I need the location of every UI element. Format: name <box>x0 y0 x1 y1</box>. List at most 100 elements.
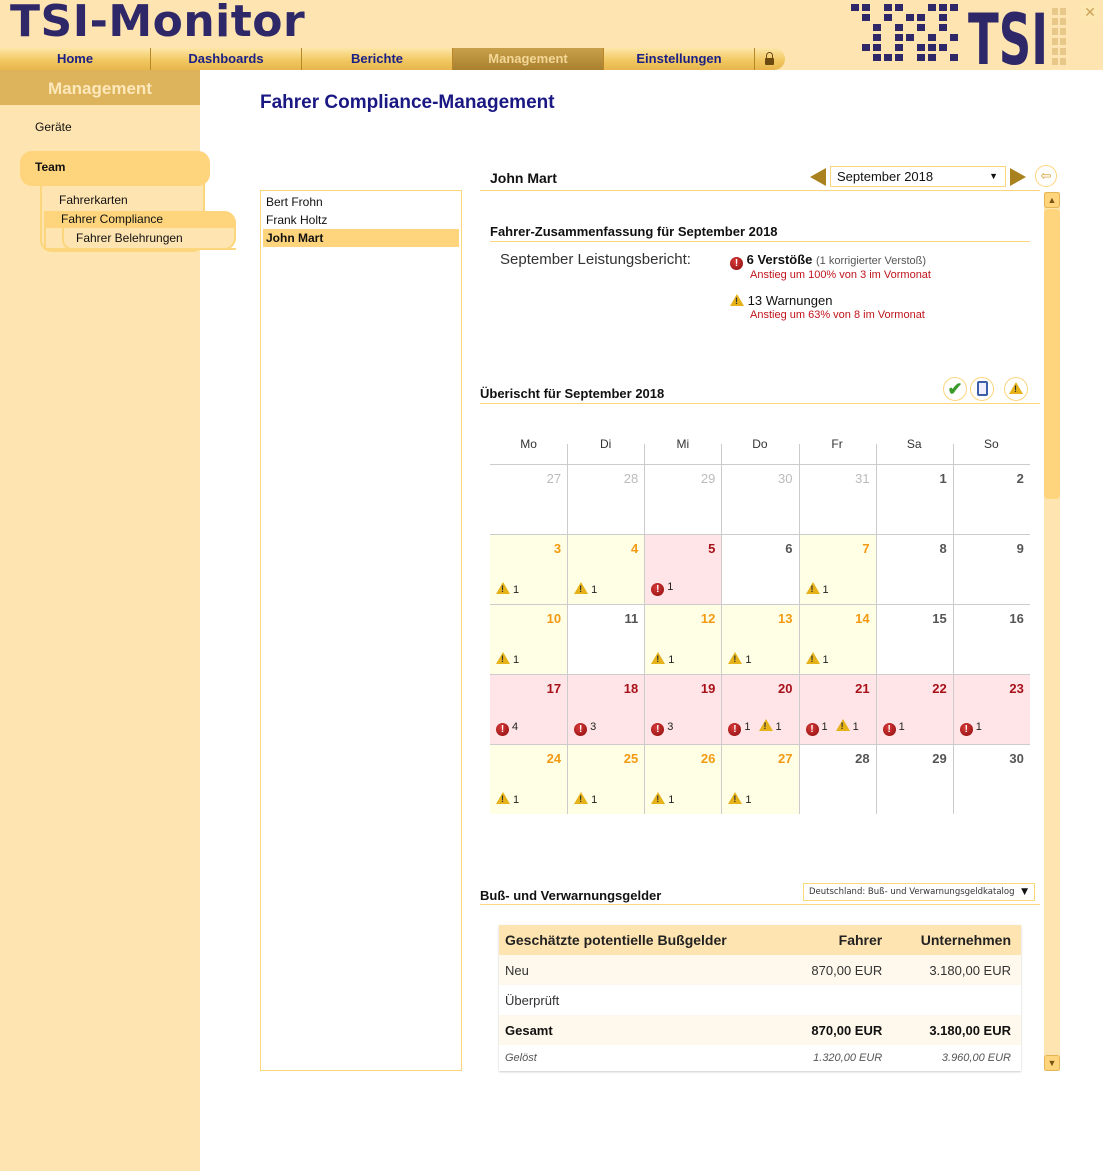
logo-dot <box>873 54 881 61</box>
scroll-up-icon[interactable]: ▲ <box>1044 192 1060 208</box>
calendar-day[interactable]: 9 <box>952 535 1030 604</box>
calendar-day[interactable]: 28 <box>567 465 644 534</box>
logo-dot <box>862 14 870 21</box>
calendar-day[interactable]: 41 <box>567 535 645 604</box>
nav-management[interactable]: Management <box>453 48 604 70</box>
day-events: 1 <box>728 652 759 666</box>
calendar-day[interactable]: 6 <box>721 535 798 604</box>
violation-count: 1 <box>975 721 982 733</box>
back-arrow-icon[interactable]: ⇦ <box>1035 165 1057 187</box>
day-number: 27 <box>546 471 562 486</box>
calendar-day[interactable]: 27 1 <box>721 745 799 814</box>
logo-dot <box>950 4 958 11</box>
clipboard-icon[interactable] <box>970 377 994 401</box>
calendar-day[interactable]: 30 <box>952 745 1030 814</box>
calendar-day[interactable]: 5! 1 <box>644 535 722 604</box>
calendar-day[interactable]: 20!11 <box>721 675 799 744</box>
calendar-day[interactable]: 71 <box>798 535 876 604</box>
calendar-day[interactable]: 8 <box>875 535 953 604</box>
day-events: 1 <box>496 652 527 666</box>
sidebar-item-fahrer-belehrungen[interactable]: Fahrer Belehrungen <box>76 231 183 245</box>
weekday-header: Do <box>721 430 798 464</box>
weekday-header: Mi <box>644 430 721 464</box>
scroll-down-icon[interactable]: ▼ <box>1044 1055 1060 1071</box>
calendar-day[interactable]: 18! 3 <box>567 675 645 744</box>
warning-count: 1 <box>852 721 859 733</box>
violation-icon: ! <box>574 723 588 736</box>
next-month-icon[interactable] <box>1010 168 1026 186</box>
calendar-day[interactable]: 13 1 <box>721 605 799 674</box>
calendar: MoDiMiDoFrSaSo 27282930311231415!1671891… <box>490 430 1030 814</box>
collapse-icon[interactable]: ✕ <box>1081 3 1099 21</box>
calendar-day[interactable]: 22! 1 <box>875 675 953 744</box>
calendar-day[interactable]: 25 1 <box>567 745 645 814</box>
logo-dot <box>917 44 925 51</box>
sidebar-item-fahrerkarten[interactable]: Fahrerkarten <box>59 193 128 207</box>
calendar-day[interactable]: 1 <box>875 465 953 534</box>
driver-item[interactable]: John Mart <box>263 229 459 247</box>
fine-catalog-select[interactable]: Deutschland: Buß- und Verwarnungsgeldkat… <box>803 883 1035 901</box>
calendar-day[interactable]: 23! 1 <box>952 675 1030 744</box>
logo-dot <box>1060 48 1066 55</box>
calendar-day[interactable]: 15 <box>875 605 953 674</box>
warning-count: 1 <box>668 794 675 806</box>
violation-icon: ! <box>651 723 665 736</box>
lock-button[interactable] <box>755 48 783 70</box>
calendar-day[interactable]: 24 1 <box>490 745 568 814</box>
logo-dot <box>895 54 903 61</box>
calendar-day[interactable]: 29 <box>644 465 721 534</box>
calendar-day[interactable]: 27 <box>490 465 567 534</box>
warning-icon <box>574 582 589 594</box>
warning-filter-icon[interactable] <box>1004 377 1028 401</box>
calendar-day[interactable]: 17! 4 <box>490 675 568 744</box>
scrollbar[interactable]: ▲ ▼ <box>1044 192 1060 1071</box>
day-number: 13 <box>778 611 793 626</box>
day-events: 1 <box>574 792 605 806</box>
day-events: ! 3 <box>651 721 681 736</box>
calendar-day[interactable]: 31 <box>490 535 568 604</box>
calendar-day[interactable]: 16 <box>952 605 1030 674</box>
calendar-day[interactable]: 2 <box>952 465 1030 534</box>
calendar-day[interactable]: 29 <box>875 745 953 814</box>
nav-home[interactable]: Home <box>0 48 151 70</box>
driver-item[interactable]: Frank Holtz <box>263 211 459 229</box>
logo-dot <box>1060 18 1066 25</box>
calendar-week: 24 1 25 1 26 1 27 1 28 29 30 <box>490 744 1030 814</box>
warning-icon <box>730 294 744 306</box>
weekday-header: Fr <box>798 430 876 464</box>
checkmark-icon[interactable]: ✔ <box>943 377 967 401</box>
warning-icon <box>496 582 510 594</box>
calendar-day[interactable]: 31 <box>798 465 876 534</box>
calendar-day[interactable]: 19! 3 <box>644 675 722 744</box>
violation-count: 3 <box>667 721 674 733</box>
driver-item[interactable]: Bert Frohn <box>263 193 459 211</box>
logo-dot <box>950 34 958 41</box>
calendar-day[interactable]: 14 1 <box>798 605 876 674</box>
scrollbar-thumb[interactable] <box>1044 209 1060 499</box>
nav-dashboards[interactable]: Dashboards <box>151 48 302 70</box>
calendar-day[interactable]: 26 1 <box>644 745 722 814</box>
nav-einstellungen[interactable]: Einstellungen <box>604 48 755 70</box>
calendar-day[interactable]: 11 <box>567 605 644 674</box>
calendar-day[interactable]: 21!11 <box>798 675 876 744</box>
warnings-trend: Anstieg um 63% von 8 im Vormonat <box>750 309 925 321</box>
previous-month-icon[interactable] <box>810 168 826 186</box>
warning-icon <box>651 792 666 804</box>
calendar-day[interactable]: 28 <box>798 745 876 814</box>
calendar-day[interactable]: 10 1 <box>490 605 568 674</box>
page: TSI-Monitor Home Dashboards Berichte Man… <box>0 0 1103 1171</box>
row-label: Gelöst <box>499 1045 788 1071</box>
sidebar-item-geraete[interactable]: Geräte <box>35 120 72 134</box>
summary-title: Fahrer-Zusammenfassung für September 201… <box>490 224 1030 242</box>
violation-icon: ! <box>805 723 819 736</box>
sidebar-item-fahrer-compliance[interactable]: Fahrer Compliance <box>44 211 236 228</box>
nav-berichte[interactable]: Berichte <box>302 48 453 70</box>
sidebar: Management Geräte Team Fahrerkarten Fahr… <box>0 70 236 1171</box>
logo-dot <box>895 44 903 51</box>
calendar-day[interactable]: 12 1 <box>644 605 722 674</box>
logo-text: TSI <box>968 4 1048 66</box>
sidebar-item-team[interactable]: Team <box>20 151 210 186</box>
month-select[interactable]: September 2018 ▼ <box>830 166 1006 187</box>
calendar-day[interactable]: 30 <box>721 465 798 534</box>
day-number: 9 <box>1016 541 1024 556</box>
